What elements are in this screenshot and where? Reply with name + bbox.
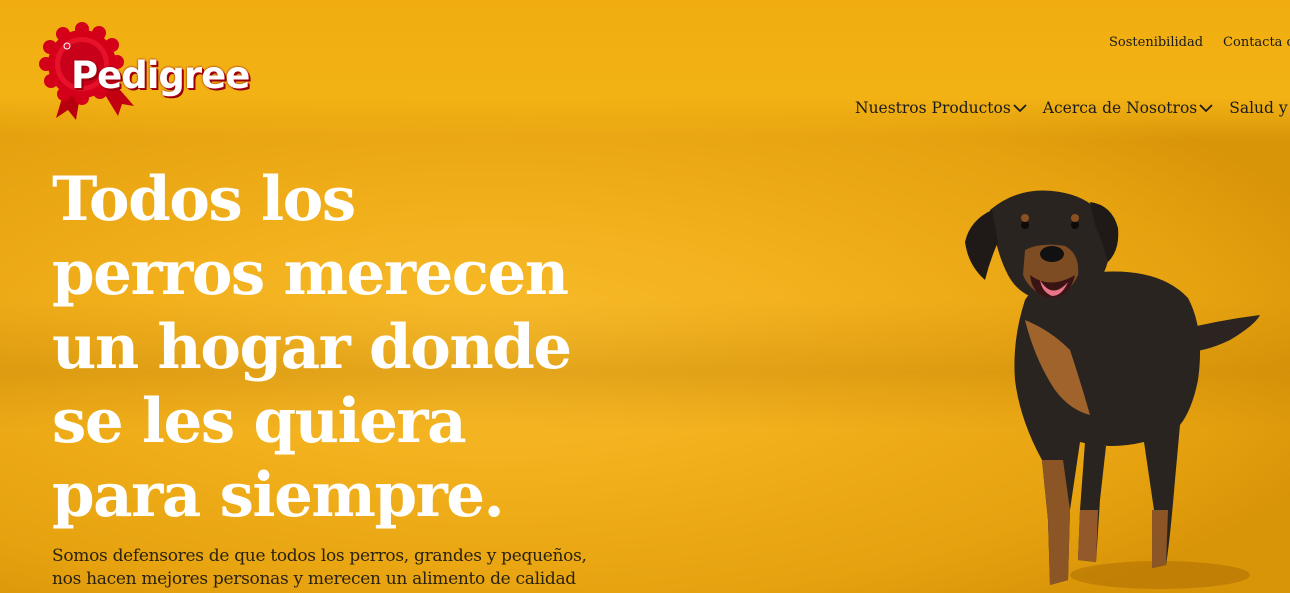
chevron-down-icon — [1013, 99, 1027, 117]
nav-nuestros-productos[interactable]: Nuestros Productos — [855, 99, 1027, 117]
main-nav: Nuestros Productos Acerca de Nosotros Sa… — [855, 99, 1290, 117]
utility-nav: Sostenibilidad Contacta con — [1109, 35, 1290, 50]
pedigree-logo[interactable]: Pedigree — [38, 18, 250, 122]
nav-label: Nuestros Productos — [855, 99, 1011, 117]
nav-label: Acerca de Nosotros — [1042, 99, 1198, 117]
hero-headline: Todos los perros merecen un hogar donde … — [52, 164, 572, 531]
nav-salud-y-cuidado[interactable]: Salud y Cuidad — [1229, 99, 1290, 117]
logo-wordmark: Pedigree — [71, 54, 250, 97]
nav-label: Salud y Cuidad — [1229, 99, 1290, 117]
link-sostenibilidad[interactable]: Sostenibilidad — [1109, 35, 1203, 50]
chevron-down-icon — [1199, 99, 1213, 117]
nav-acerca-de-nosotros[interactable]: Acerca de Nosotros — [1043, 99, 1213, 117]
hero-intro: Somos defensores de que todos los perros… — [52, 546, 587, 589]
link-contacta[interactable]: Contacta con — [1223, 35, 1290, 50]
dog-photo — [930, 180, 1270, 593]
